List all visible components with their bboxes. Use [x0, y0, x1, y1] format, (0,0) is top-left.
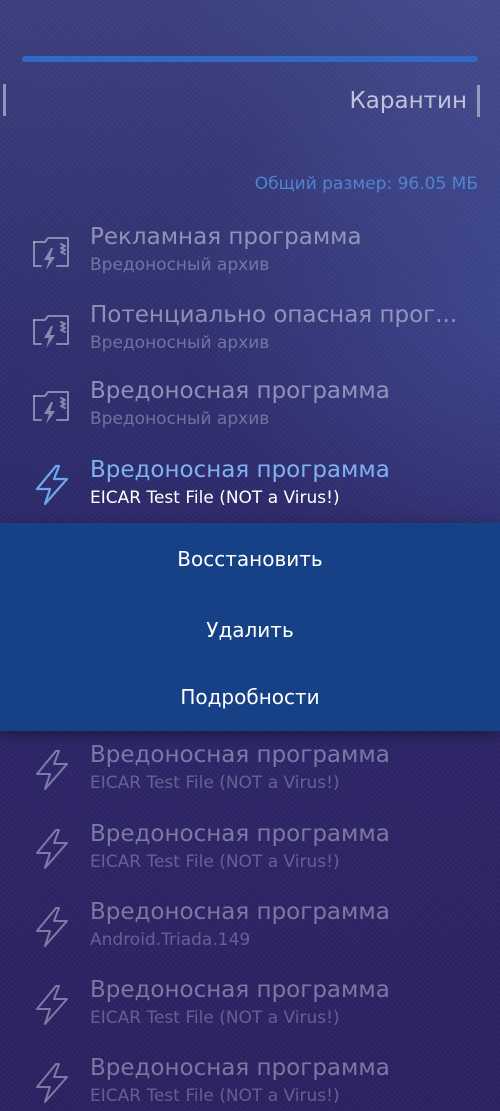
- list-item[interactable]: Вредоносная программа EICAR Test File (N…: [0, 817, 500, 889]
- lightning-icon: [30, 905, 74, 949]
- total-size-label: Общий размер: 96.05 МБ: [254, 174, 478, 194]
- screen-title-bar: Карантин: [349, 84, 480, 118]
- threat-detail: Вредоносный архив: [90, 333, 270, 353]
- threat-detail: EICAR Test File (NOT a Virus!): [90, 852, 340, 872]
- list-item[interactable]: Вредоносная программа EICAR Test File (N…: [0, 738, 500, 810]
- threat-detail: EICAR Test File (NOT a Virus!): [90, 1008, 340, 1028]
- right-edge-divider: [477, 85, 480, 117]
- archive-threat-icon: [30, 308, 74, 352]
- list-item[interactable]: Вредоносная программа EICAR Test File (N…: [0, 1051, 500, 1111]
- scan-progress-fill: [22, 56, 478, 62]
- list-item[interactable]: Вредоносная программа EICAR Test File (N…: [0, 973, 500, 1045]
- list-item[interactable]: Потенциально опасная прог... Вредоносный…: [0, 298, 500, 370]
- threat-detail: Вредоносный архив: [90, 409, 270, 429]
- archive-threat-icon: [30, 384, 74, 428]
- threat-name: Вредоносная программа: [90, 742, 390, 768]
- threat-name: Вредоносная программа: [90, 457, 390, 483]
- threat-detail: Вредоносный архив: [90, 255, 270, 275]
- lightning-icon: [30, 827, 74, 871]
- archive-threat-icon: [30, 230, 74, 274]
- lightning-icon: [30, 748, 74, 792]
- details-menu-item[interactable]: Подробности: [0, 667, 500, 727]
- left-edge-divider: [3, 84, 6, 116]
- threat-name: Вредоносная программа: [90, 821, 390, 847]
- lightning-icon: [30, 983, 74, 1027]
- threat-detail: EICAR Test File (NOT a Virus!): [90, 773, 340, 793]
- list-item[interactable]: Вредоносная программа Android.Triada.149: [0, 895, 500, 967]
- threat-name: Рекламная программа: [90, 224, 362, 250]
- threat-name: Вредоносная программа: [90, 1055, 390, 1081]
- lightning-icon: [30, 463, 74, 507]
- threat-detail: Android.Triada.149: [90, 930, 251, 950]
- list-item[interactable]: Рекламная программа Вредоносный архив: [0, 220, 500, 292]
- threat-name: Вредоносная программа: [90, 899, 390, 925]
- page-title: Карантин: [349, 88, 467, 114]
- threat-detail: EICAR Test File (NOT a Virus!): [90, 488, 340, 508]
- threat-detail: EICAR Test File (NOT a Virus!): [90, 1086, 340, 1106]
- lightning-icon: [30, 1061, 74, 1105]
- threat-name: Потенциально опасная прог...: [90, 302, 458, 328]
- threat-name: Вредоносная программа: [90, 977, 390, 1003]
- threat-name: Вредоносная программа: [90, 378, 390, 404]
- list-item-selected[interactable]: Вредоносная программа EICAR Test File (N…: [0, 453, 500, 525]
- scan-progress-bar: [22, 56, 478, 62]
- restore-menu-item[interactable]: Восстановить: [0, 529, 500, 589]
- context-menu: Восстановить Удалить Подробности: [0, 523, 500, 731]
- list-item[interactable]: Вредоносная программа Вредоносный архив: [0, 374, 500, 446]
- delete-menu-item[interactable]: Удалить: [0, 600, 500, 660]
